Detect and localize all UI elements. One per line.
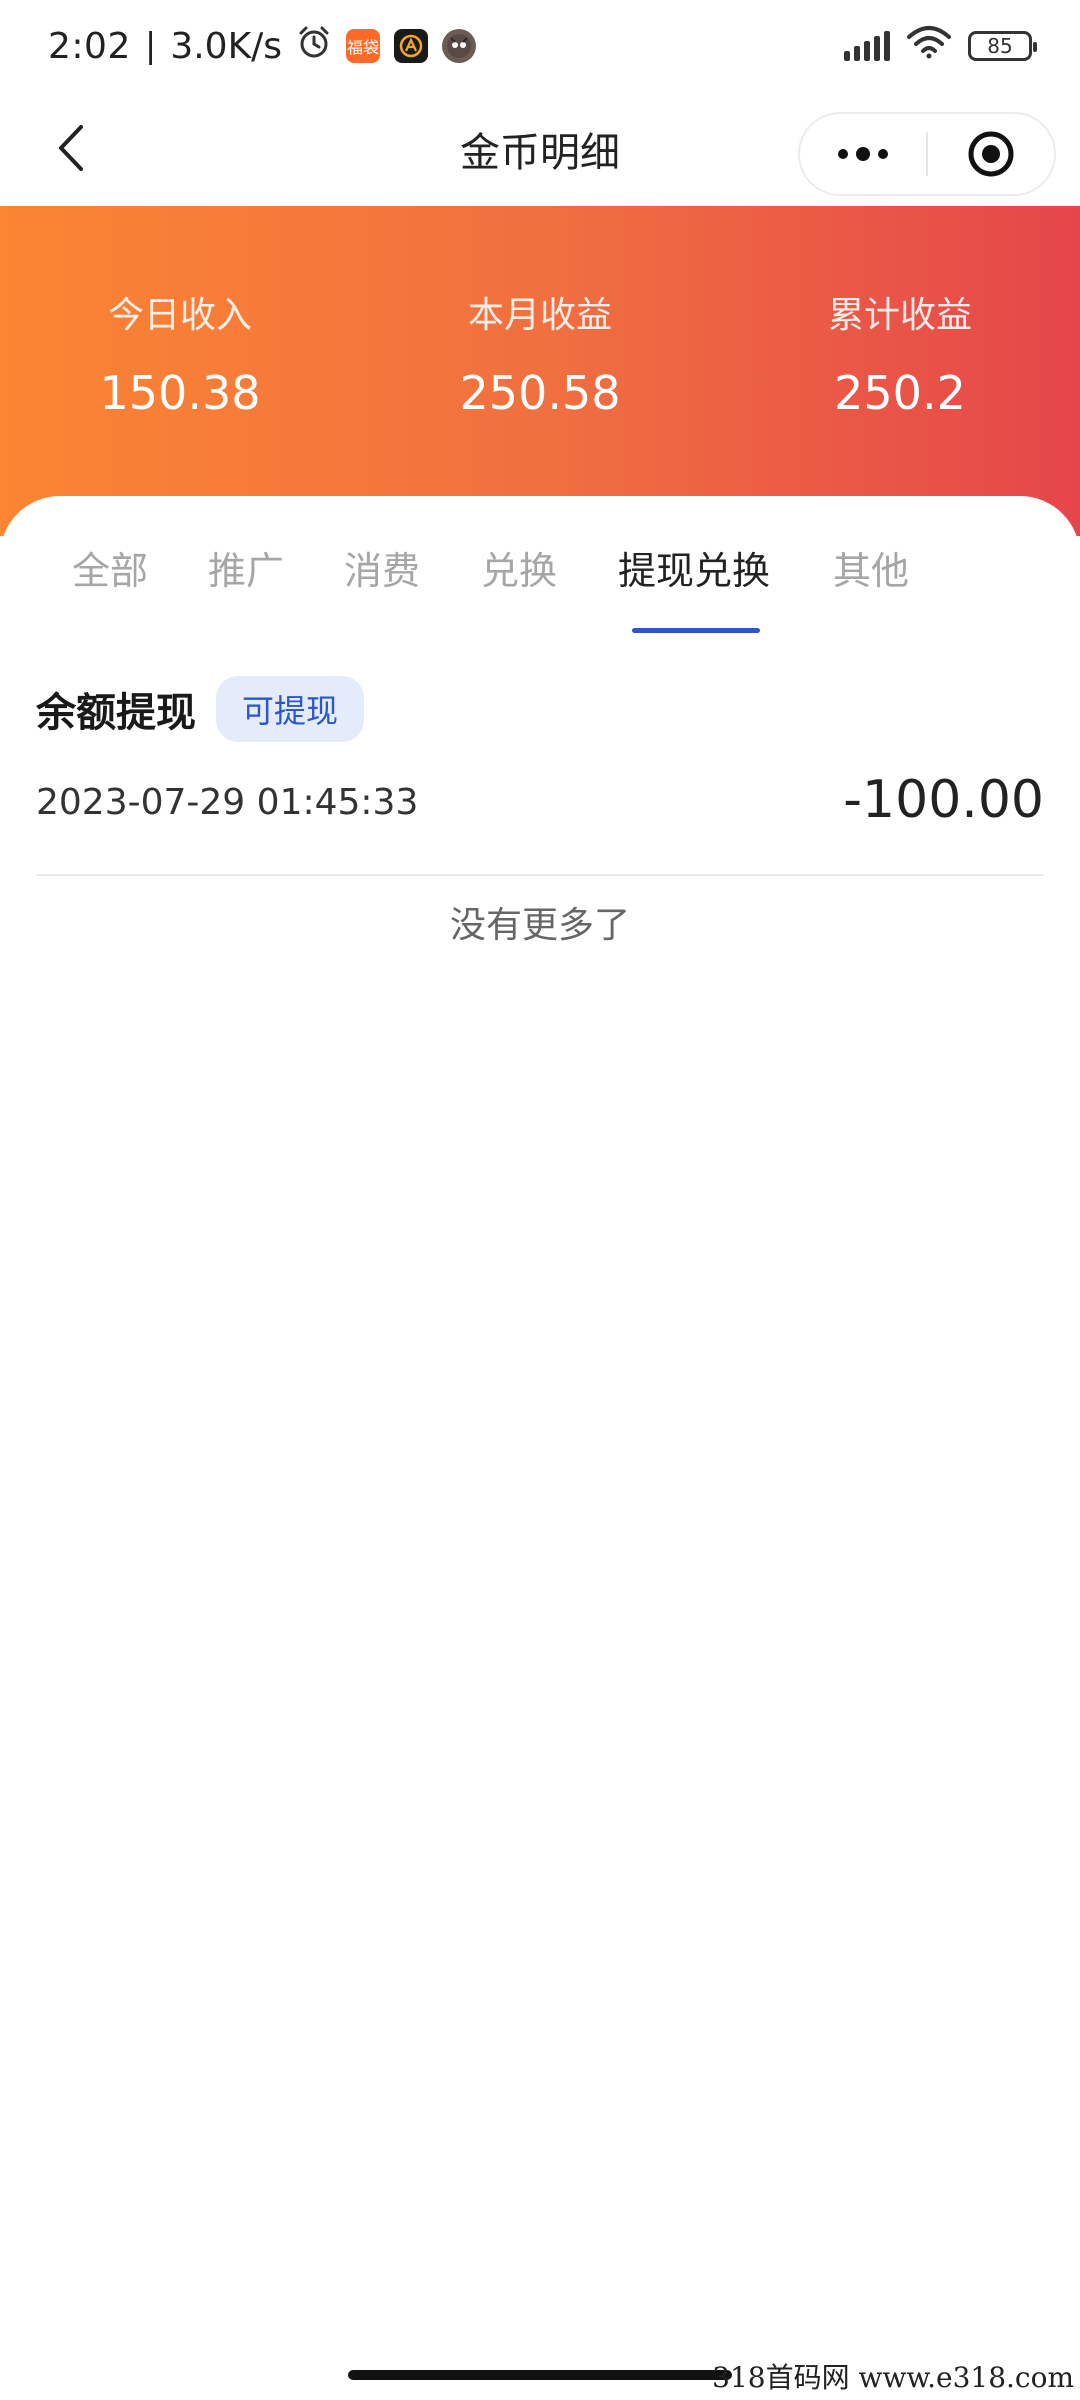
chevron-left-icon [59,125,83,171]
back-button[interactable] [40,118,100,178]
home-indicator[interactable] [348,2370,732,2380]
stat-value: 150.38 [99,366,261,420]
stat-value: 250.2 [834,366,966,420]
wifi-icon [906,25,952,68]
stat-today: 今日收入 150.38 [0,286,360,420]
stat-label: 今日收入 [107,295,252,336]
no-more-text: 没有更多了 [449,905,630,946]
stats-row: 今日收入 150.38 本月收益 250.58 累计收益 250.2 [0,286,1080,420]
record-time: 2023-07-29 01:45:33 [36,782,419,823]
close-mini-program-button[interactable] [928,114,1054,194]
divider [36,874,1044,876]
status-badge: 可提现 [216,676,365,742]
mini-program-capsule [798,112,1056,196]
network-speed: 3.0K/s [170,25,283,67]
tab-exchange[interactable]: 兑换 [481,540,557,636]
stat-value: 250.58 [459,366,621,420]
target-circle-icon [968,131,1014,177]
category-tabs: 全部 推广 消费 兑换 提现兑换 其他 [0,540,1080,636]
stat-label: 本月收益 [467,295,612,336]
earnings-header: 今日收入 150.38 本月收益 250.58 累计收益 250.2 [0,206,1080,536]
stat-label: 累计收益 [827,295,972,336]
active-tab-indicator [632,628,760,633]
list-item: 余额提现 可提现 [36,676,365,742]
signal-icon [844,31,890,61]
tab-withdraw-exchange[interactable]: 提现兑换 [618,540,770,636]
record-amount: -100.00 [843,770,1044,830]
status-separator: | [144,26,157,66]
stat-total: 累计收益 250.2 [720,286,1080,420]
status-bar: 2:02 | 3.0K/s 福袋 85 [0,0,1080,92]
record-title: 余额提现 [36,690,196,736]
stat-month: 本月收益 250.58 [360,286,720,420]
page-title: 金币明细 [460,130,620,176]
app-a-icon [394,29,429,63]
alarm-icon [296,24,332,69]
more-dots-icon [838,147,888,161]
tab-other[interactable]: 其他 [833,540,909,636]
tab-consumption[interactable]: 消费 [344,540,420,636]
nav-bar: 金币明细 [0,92,1080,206]
tab-promotion[interactable]: 推广 [208,540,284,636]
battery-icon: 85 [968,31,1037,61]
tab-all[interactable]: 全部 [72,540,148,636]
avatar-app-icon [442,29,477,63]
battery-level: 85 [987,34,1013,58]
app-notification-icon: 福袋 [346,29,381,63]
content-card: 全部 推广 消费 兑换 提现兑换 其他 余额提现 可提现 2023-07-29 … [0,496,1080,2400]
status-time: 2:02 [48,25,131,67]
more-button[interactable] [800,114,926,194]
watermark: 318首码网 www.e318.com [712,2361,1074,2394]
